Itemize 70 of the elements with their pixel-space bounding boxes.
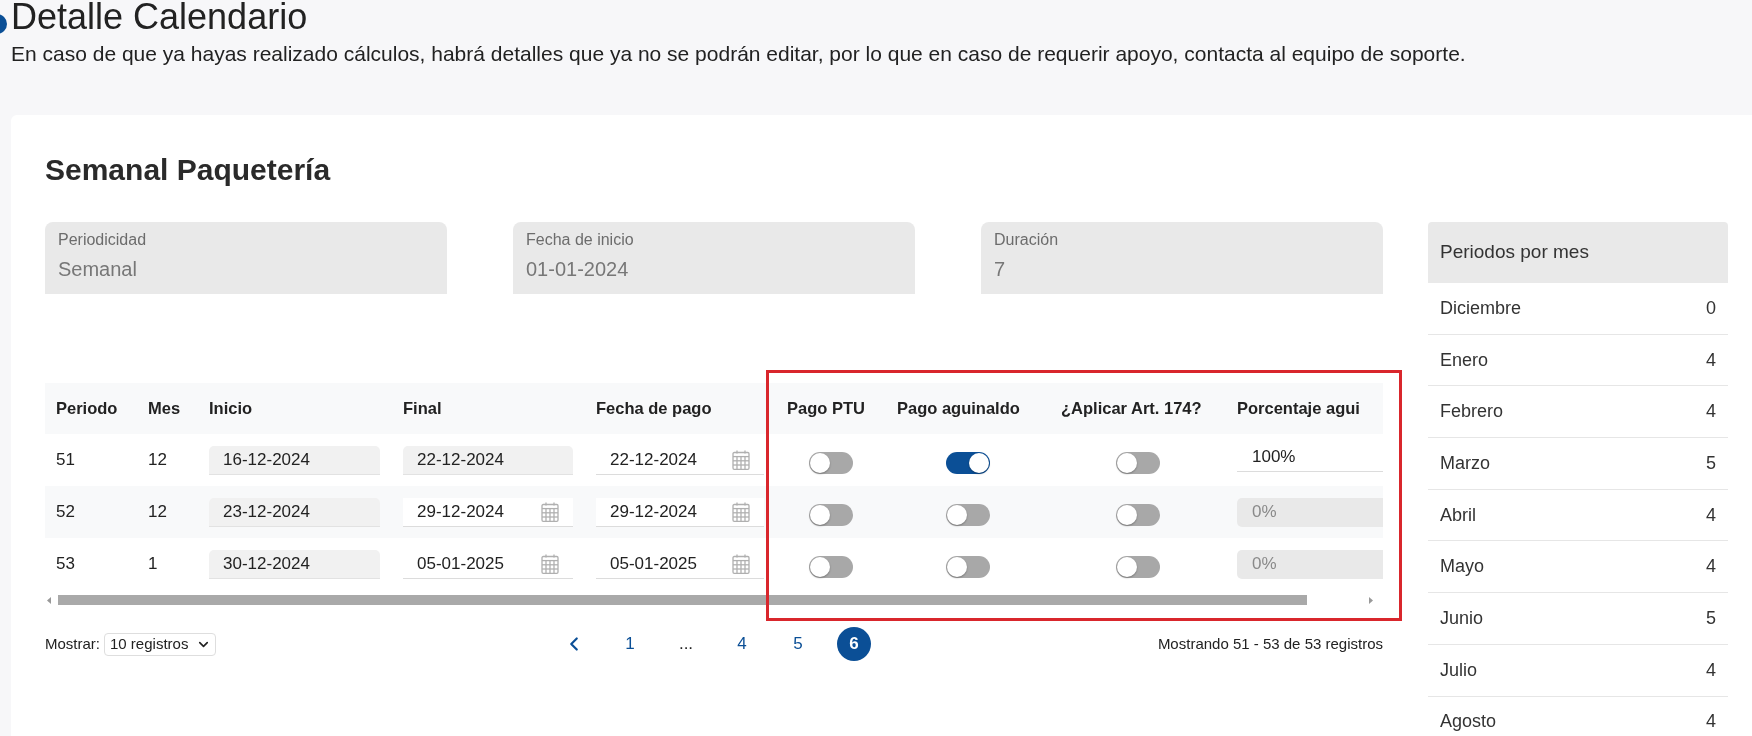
column-header: Final [403,399,442,417]
table-cell-text: 1 [148,553,158,576]
month-label: Agosto [1440,710,1497,734]
month-label: Mayo [1440,555,1484,579]
period-count: 5 [1706,606,1716,630]
date-field[interactable]: 29-12-2024 [403,497,573,527]
month-label: Junio [1440,606,1484,630]
toggle-switch[interactable] [809,452,853,474]
period-count: 0 [1706,296,1716,320]
column-header: Fecha de pago [596,399,712,417]
scrollbar-thumb[interactable] [58,595,1307,605]
column-header: Pago PTU [787,399,865,417]
month-label: Diciembre [1440,296,1522,320]
field-value: 7 [994,257,1006,282]
calendar-icon[interactable] [541,501,559,522]
page-title: Detalle Calendario [11,0,309,33]
date-field[interactable]: 29-12-2024 [596,497,764,527]
column-header: Porcentaje agui [1237,399,1360,417]
month-label: Marzo [1440,451,1490,475]
table-cell-text: 12 [148,449,167,472]
period-count: 4 [1706,400,1716,424]
field-label: Periodicidad [58,230,147,250]
field-value: 01-01-2024 [526,257,629,282]
scroll-left-icon[interactable] [47,596,51,604]
toggle-switch[interactable] [946,452,990,474]
pagination-ellipsis[interactable]: ... [669,627,703,661]
field-value: Semanal [58,257,137,282]
page-button[interactable]: 1 [613,627,647,661]
period-count: 5 [1706,451,1716,475]
column-header: Pago aguinaldo [897,399,1020,417]
month-label: Enero [1440,348,1489,372]
records-summary: Mostrando 51 - 53 de 53 registros [1157,633,1383,654]
toggle-switch[interactable] [809,556,853,578]
panel-title: Periodos por mes [1428,222,1728,283]
period-count: 4 [1706,503,1716,527]
month-label: Febrero [1440,400,1504,424]
column-header: Inicio [209,399,253,417]
period-count: 4 [1706,555,1716,579]
toggle-switch[interactable] [946,504,990,526]
table-cell-text: 52 [56,501,75,524]
toggle-switch[interactable] [1116,556,1160,578]
toggle-switch[interactable] [809,504,853,526]
page-button[interactable]: 5 [781,627,815,661]
page-size-label: Mostrar: [45,633,100,654]
period-count: 4 [1706,348,1716,372]
page-description: En caso de que ya hayas realizado cálculos, habrá detalles que ya no se podrán editar, por lo que en caso de requerir apoyo, contacta al equipo de soporte. [11,41,1466,67]
field-label: Duración [994,230,1059,250]
page-size-select[interactable]: 10 registros [104,632,217,656]
period-count: 4 [1706,658,1716,682]
field-label: Fecha de inicio [526,230,634,250]
toggle-switch[interactable] [1116,452,1160,474]
column-header: ¿Aplicar Art. 174? [1061,399,1202,417]
column-header: Periodo [56,399,118,417]
calendar-icon[interactable] [732,449,750,470]
calendar-icon[interactable] [732,501,750,522]
month-label: Abril [1440,503,1476,527]
period-count: 4 [1706,710,1716,734]
table-cell-text: 51 [56,449,75,472]
table-cell-text: 53 [56,553,75,576]
page-button[interactable]: 6 [837,627,871,661]
table-cell-text: 12 [148,501,167,524]
page-button[interactable]: 4 [725,627,759,661]
month-label: Julio [1440,658,1478,682]
calendar-icon[interactable] [732,553,750,574]
toggle-switch[interactable] [946,556,990,578]
column-header: Mes [148,399,181,417]
section-title: Semanal Paquetería [45,153,331,187]
toggle-switch[interactable] [1116,504,1160,526]
scroll-right-icon[interactable] [1369,596,1373,604]
calendar-icon[interactable] [541,553,559,574]
